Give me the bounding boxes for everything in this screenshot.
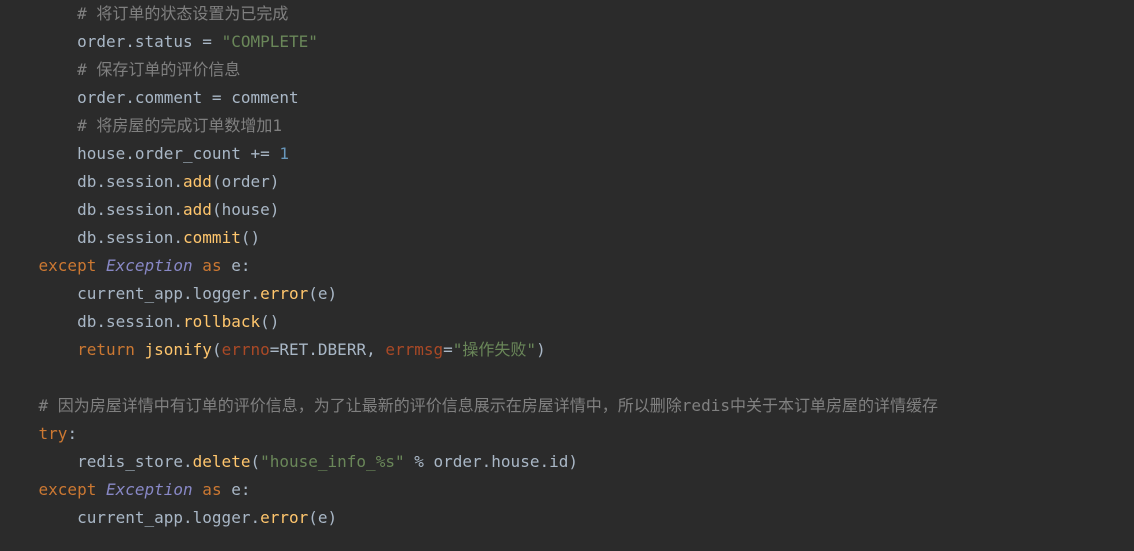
code-token: # 因为房屋详情中有订单的评价信息，为了让最新的评价信息展示在房屋详情中，所以删… <box>39 396 938 415</box>
code-token: except <box>39 480 106 499</box>
code-token: "操作失败" <box>453 340 536 359</box>
code-editor[interactable]: # 将订单的状态设置为已完成 order.status = "COMPLETE"… <box>0 0 1134 532</box>
code-token: except <box>39 256 106 275</box>
code-token: (e) <box>308 284 337 303</box>
code-token: e: <box>231 480 250 499</box>
code-line: redis_store.delete("house_info_%s" % ord… <box>0 452 578 471</box>
code-token: errmsg <box>385 340 443 359</box>
code-token: # 将房屋的完成订单数增加1 <box>77 116 282 135</box>
code-token: order.status = <box>77 32 222 51</box>
code-token: add <box>183 172 212 191</box>
code-token: Exception <box>106 256 193 275</box>
code-token: : <box>67 424 77 443</box>
code-line: try: <box>0 424 77 443</box>
code-token: redis_store. <box>77 452 193 471</box>
code-token: "house_info_%s" <box>260 452 405 471</box>
code-line: order.status = "COMPLETE" <box>0 32 318 51</box>
code-line: db.session.rollback() <box>0 312 279 331</box>
code-line: db.session.commit() <box>0 228 260 247</box>
code-token: =RET.DBERR, <box>270 340 386 359</box>
code-token: error <box>260 508 308 527</box>
code-line: # 将订单的状态设置为已完成 <box>0 4 288 23</box>
code-token: ( <box>250 452 260 471</box>
code-line: current_app.logger.error(e) <box>0 284 337 303</box>
code-line: return jsonify(errno=RET.DBERR, errmsg="… <box>0 340 546 359</box>
code-token: rollback <box>183 312 260 331</box>
code-token: current_app.logger. <box>77 508 260 527</box>
code-token: try <box>39 424 68 443</box>
code-token: = <box>443 340 453 359</box>
code-token: add <box>183 200 212 219</box>
code-line: db.session.add(order) <box>0 172 279 191</box>
code-line: order.comment = comment <box>0 88 299 107</box>
code-token: house.order_count += <box>77 144 279 163</box>
code-token: ) <box>536 340 546 359</box>
code-token: errno <box>222 340 270 359</box>
code-token: # 保存订单的评价信息 <box>77 60 240 79</box>
code-token: db.session. <box>77 312 183 331</box>
code-token: Exception <box>106 480 193 499</box>
code-token: error <box>260 284 308 303</box>
code-token: e: <box>231 256 250 275</box>
code-token: (house) <box>212 200 279 219</box>
code-line: current_app.logger.error(e) <box>0 508 337 527</box>
code-token: "COMPLETE" <box>222 32 318 51</box>
code-token: order.comment = comment <box>77 88 299 107</box>
code-token: as <box>193 256 232 275</box>
code-token: db.session. <box>77 228 183 247</box>
code-token: db.session. <box>77 200 183 219</box>
code-line: except Exception as e: <box>0 256 250 275</box>
code-line: # 因为房屋详情中有订单的评价信息，为了让最新的评价信息展示在房屋详情中，所以删… <box>0 396 938 415</box>
code-token: (e) <box>308 508 337 527</box>
code-token: as <box>193 480 232 499</box>
code-line: # 将房屋的完成订单数增加1 <box>0 116 282 135</box>
code-token: db.session. <box>77 172 183 191</box>
code-token: ( <box>212 340 222 359</box>
code-line: house.order_count += 1 <box>0 144 289 163</box>
code-line: db.session.add(house) <box>0 200 279 219</box>
code-token: current_app.logger. <box>77 284 260 303</box>
code-token: return <box>77 340 144 359</box>
code-token: 1 <box>279 144 289 163</box>
code-token: # 将订单的状态设置为已完成 <box>77 4 288 23</box>
code-token: () <box>260 312 279 331</box>
code-token: jsonify <box>145 340 212 359</box>
code-token: % order.house.id) <box>405 452 578 471</box>
code-token: () <box>241 228 260 247</box>
code-token: commit <box>183 228 241 247</box>
code-token: (order) <box>212 172 279 191</box>
code-line: # 保存订单的评价信息 <box>0 60 240 79</box>
code-token: delete <box>193 452 251 471</box>
code-line: except Exception as e: <box>0 480 250 499</box>
